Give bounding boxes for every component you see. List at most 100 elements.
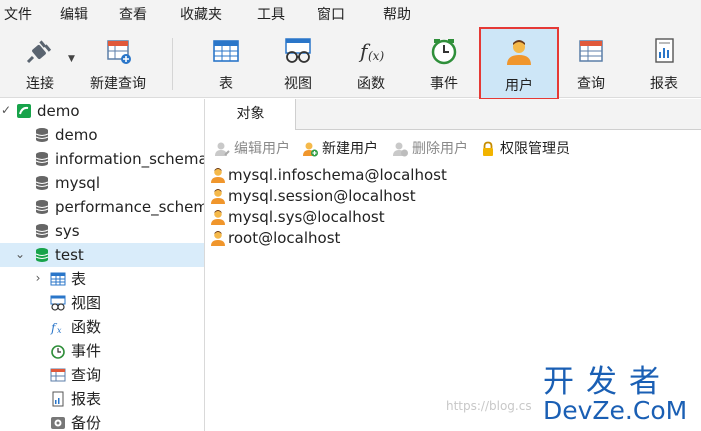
- tree-label: mysql: [55, 174, 100, 192]
- connect-button[interactable]: 连接: [10, 30, 70, 98]
- tree-node-reports[interactable]: 报表: [0, 387, 204, 411]
- connect-label: 连接: [26, 76, 54, 92]
- user-label: 用户: [505, 78, 533, 94]
- menu-edit[interactable]: 编辑: [60, 0, 88, 30]
- logo-line2: DevZe.CoM: [543, 396, 688, 425]
- logo-line1: 开发者: [543, 364, 672, 400]
- function-button[interactable]: f (x) 函数: [341, 30, 401, 98]
- report-button[interactable]: 报表: [634, 30, 694, 98]
- function-icon: f (x): [358, 39, 384, 63]
- svg-text:x: x: [57, 326, 62, 335]
- plug-icon: [26, 40, 52, 64]
- user-name: mysql.sys@localhost: [228, 208, 385, 226]
- new-query-icon: [107, 40, 131, 64]
- query-button[interactable]: 查询: [561, 30, 621, 98]
- tree-label: demo: [55, 126, 98, 144]
- collapse-arrow-icon[interactable]: ✓: [0, 102, 12, 118]
- svg-text:(x): (x): [368, 49, 384, 63]
- delete-user-button[interactable]: 删除用户: [392, 137, 480, 161]
- function-icon: f x: [50, 321, 62, 335]
- edit-user-icon: [215, 142, 230, 156]
- view-button[interactable]: 视图: [268, 30, 328, 98]
- database-icon: [35, 176, 49, 190]
- watermark-text: https://blog.cs: [446, 399, 532, 413]
- menu-favorites[interactable]: 收藏夹: [180, 0, 222, 30]
- tree-db-information-schema[interactable]: information_schema: [0, 147, 205, 171]
- tree-db-mysql[interactable]: mysql: [0, 171, 204, 195]
- tree-label: 函数: [71, 318, 102, 336]
- tree-label: demo: [37, 102, 80, 120]
- event-label: 事件: [430, 76, 458, 92]
- database-icon: [35, 224, 49, 238]
- new-query-button[interactable]: 新建查询: [80, 30, 156, 98]
- user-icon: [507, 40, 531, 65]
- privilege-manager-button[interactable]: 权限管理员: [480, 137, 590, 161]
- new-query-label: 新建查询: [90, 76, 146, 92]
- menu-help[interactable]: 帮助: [383, 0, 411, 30]
- tree-label: sys: [55, 222, 80, 240]
- database-icon: [35, 200, 49, 214]
- navicat-window: 文件 编辑 查看 收藏夹 工具 窗口 帮助 连接 ▼ 新建查询 表 视图 f (…: [0, 0, 701, 431]
- report-icon: [655, 38, 674, 63]
- menu-window[interactable]: 窗口: [317, 0, 345, 30]
- tree-node-tables[interactable]: › 表: [0, 267, 204, 291]
- delete-user-icon: [393, 142, 408, 157]
- tree-node-functions[interactable]: f x 函数: [0, 315, 204, 339]
- menu-tools[interactable]: 工具: [257, 0, 285, 30]
- user-button[interactable]: 用户: [479, 27, 559, 100]
- user-icon: [211, 231, 225, 246]
- table-label: 表: [219, 76, 233, 92]
- tab-objects[interactable]: 对象: [206, 99, 296, 130]
- edit-user-label: 编辑用户: [234, 141, 290, 157]
- tree-node-views[interactable]: 视图: [0, 291, 204, 315]
- chevron-down-icon[interactable]: ⌄: [14, 246, 26, 262]
- table-button[interactable]: 表: [196, 30, 256, 98]
- user-name: mysql.session@localhost: [228, 187, 416, 205]
- query-icon: [579, 40, 603, 62]
- menu-view[interactable]: 查看: [119, 0, 147, 30]
- database-open-icon: [35, 248, 49, 262]
- tree-label: 报表: [71, 390, 102, 408]
- tree-connection-demo[interactable]: ✓ demo: [0, 99, 204, 123]
- edit-user-button[interactable]: 编辑用户: [214, 137, 302, 161]
- clock-icon: [431, 39, 457, 65]
- view-icon: [285, 38, 311, 63]
- menu-file[interactable]: 文件: [4, 0, 32, 30]
- tree-label: 视图: [71, 294, 102, 312]
- object-toolbar: 编辑用户 新建用户 删除用户 权限管理员: [206, 137, 701, 161]
- tree-label: 查询: [71, 366, 102, 384]
- tree-label: 表: [71, 270, 87, 288]
- toolbar-separator: [172, 38, 173, 90]
- tree-label: information_schema: [55, 150, 205, 168]
- tree-label: test: [55, 246, 84, 264]
- main-toolbar: 连接 ▼ 新建查询 表 视图 f (x) 函数 事件 用户 查询 报表: [0, 27, 701, 100]
- new-user-button[interactable]: 新建用户: [302, 137, 390, 161]
- tree-db-performance-schema[interactable]: performance_schema: [0, 195, 205, 219]
- delete-user-label: 删除用户: [412, 141, 468, 157]
- table-icon: [213, 40, 239, 62]
- backup-icon: [51, 417, 65, 429]
- connect-dropdown-icon[interactable]: ▼: [68, 54, 75, 64]
- user-icon: [211, 168, 225, 183]
- user-icon: [211, 189, 225, 204]
- tree-db-test[interactable]: ⌄ test: [0, 243, 204, 267]
- database-icon: [35, 128, 49, 142]
- query-label: 查询: [577, 76, 605, 92]
- navigation-tree: ✓ demo demo information_schema mysql per…: [0, 99, 205, 431]
- tree-node-queries[interactable]: 查询: [0, 363, 204, 387]
- tree-node-backups[interactable]: 备份: [0, 411, 204, 431]
- tree-node-events[interactable]: 事件: [0, 339, 204, 363]
- tree-label: 备份: [71, 414, 102, 431]
- mysql-connection-icon: [17, 104, 31, 118]
- tree-db-demo[interactable]: demo: [0, 123, 204, 147]
- clock-icon: [51, 345, 65, 359]
- chevron-right-icon[interactable]: ›: [32, 270, 44, 286]
- add-user-icon: [303, 142, 318, 157]
- table-icon: [50, 272, 66, 286]
- event-button[interactable]: 事件: [414, 30, 474, 98]
- report-label: 报表: [650, 76, 678, 92]
- tree-db-sys[interactable]: sys: [0, 219, 204, 243]
- new-user-label: 新建用户: [322, 141, 378, 157]
- query-icon: [50, 368, 66, 382]
- tree-label: performance_schema: [55, 198, 205, 216]
